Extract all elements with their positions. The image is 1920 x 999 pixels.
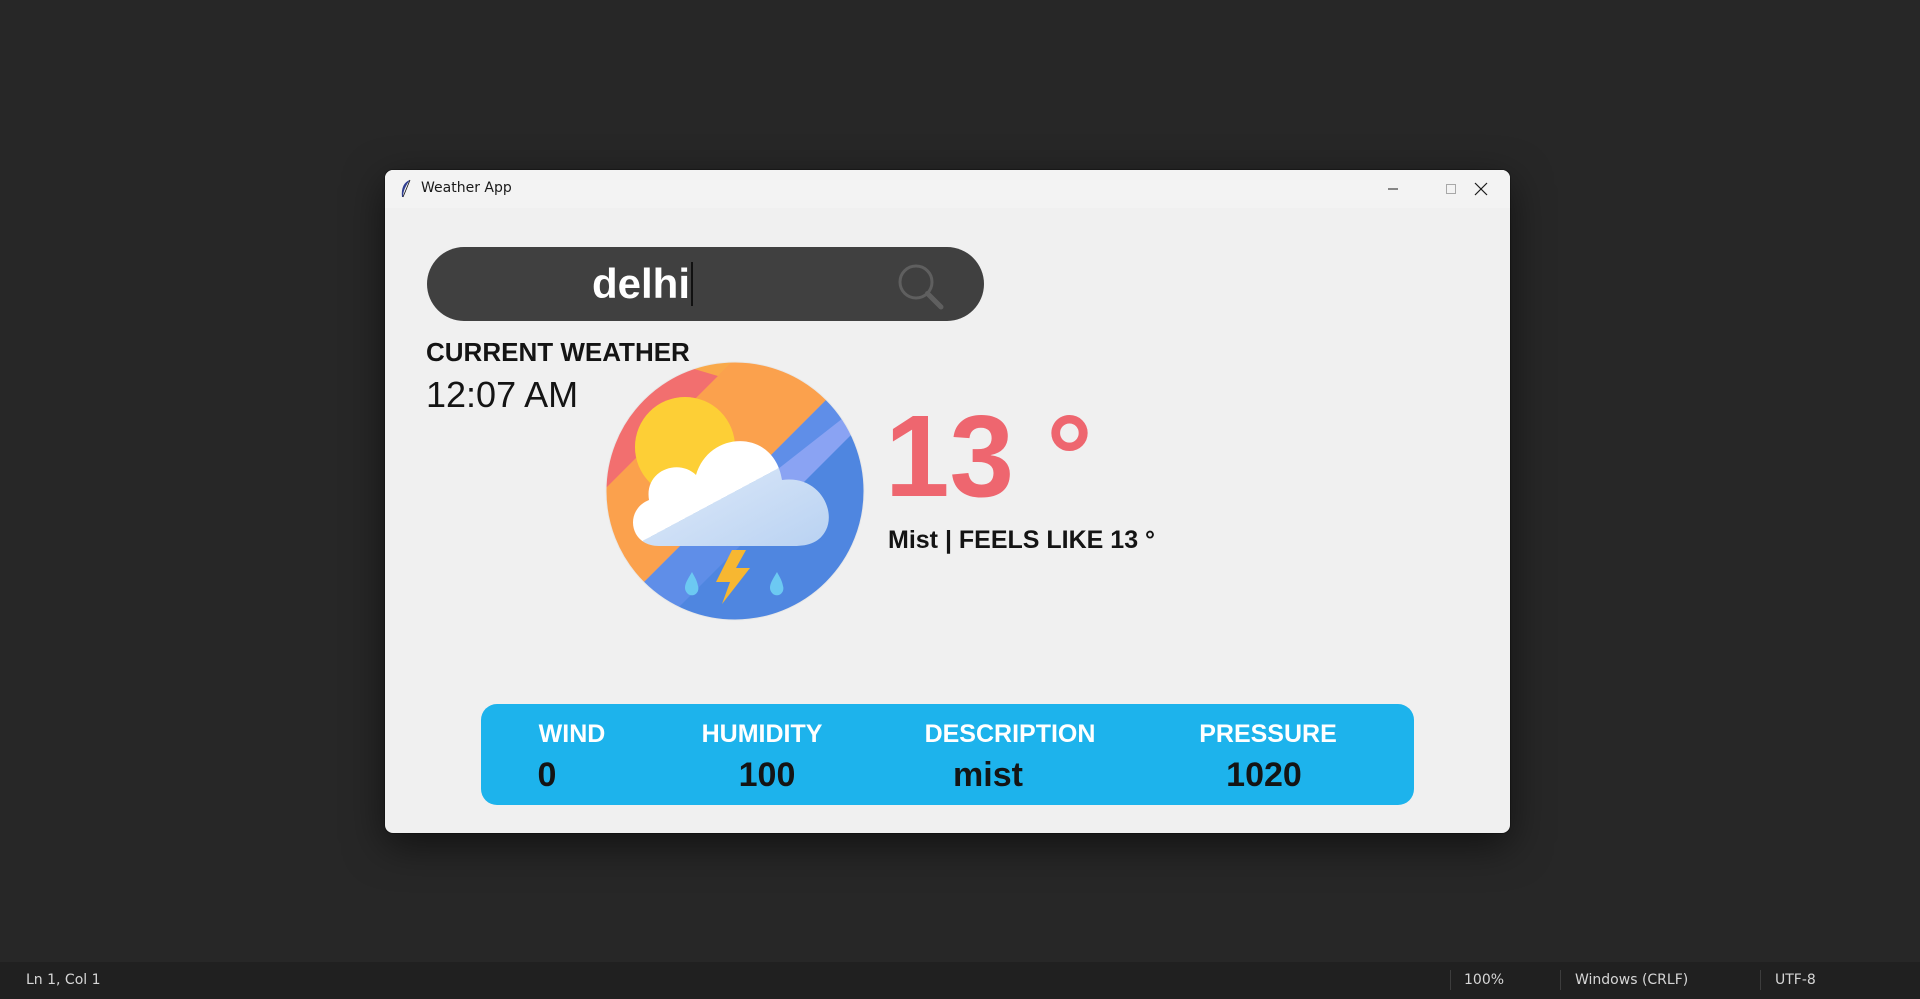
search-input-value: delhi [592, 260, 691, 307]
status-divider [1760, 970, 1761, 990]
humidity-label: HUMIDITY [701, 720, 823, 748]
weather-cloud-sun-storm-icon [605, 361, 865, 621]
description-value: mist [953, 756, 1023, 794]
wind-label: WIND [538, 720, 606, 748]
feather-icon [401, 179, 411, 198]
search-input[interactable]: delhi [592, 257, 694, 311]
zoom-level[interactable]: 100% [1464, 972, 1504, 988]
minimize-icon [1388, 188, 1398, 190]
condition-feels-like: Mist | FEELS LIKE 13 ° [888, 526, 1156, 554]
line-ending[interactable]: Windows (CRLF) [1575, 972, 1688, 988]
close-button[interactable] [1452, 170, 1510, 208]
text-caret [691, 261, 694, 306]
desktop: Weather App delhi CURRENT WEATHER 12:07 … [0, 0, 1920, 999]
weather-app-window: Weather App delhi CURRENT WEATHER 12:07 … [385, 170, 1510, 833]
window-title: Weather App [421, 180, 512, 196]
status-bar: Ln 1, Col 1 100% Windows (CRLF) UTF-8 [0, 962, 1920, 999]
humidity-value: 100 [738, 756, 796, 794]
description-label: DESCRIPTION [924, 720, 1096, 748]
pressure-label: PRESSURE [1199, 720, 1337, 748]
minimize-button[interactable] [1364, 170, 1422, 208]
status-divider [1450, 970, 1451, 990]
close-icon [1474, 182, 1488, 196]
cursor-position[interactable]: Ln 1, Col 1 [26, 972, 101, 988]
search-bar: delhi [427, 247, 984, 321]
status-divider [1560, 970, 1561, 990]
temperature-value: 13 ° [885, 391, 1093, 521]
title-bar[interactable]: Weather App [385, 170, 1510, 208]
current-time: 12:07 AM [426, 374, 579, 415]
pressure-value: 1020 [1226, 756, 1302, 794]
search-icon[interactable] [895, 261, 947, 313]
wind-value: 0 [537, 756, 557, 794]
weather-details-panel: WIND 0 HUMIDITY 100 DESCRIPTION mist PRE… [481, 704, 1414, 805]
encoding[interactable]: UTF-8 [1775, 972, 1816, 988]
